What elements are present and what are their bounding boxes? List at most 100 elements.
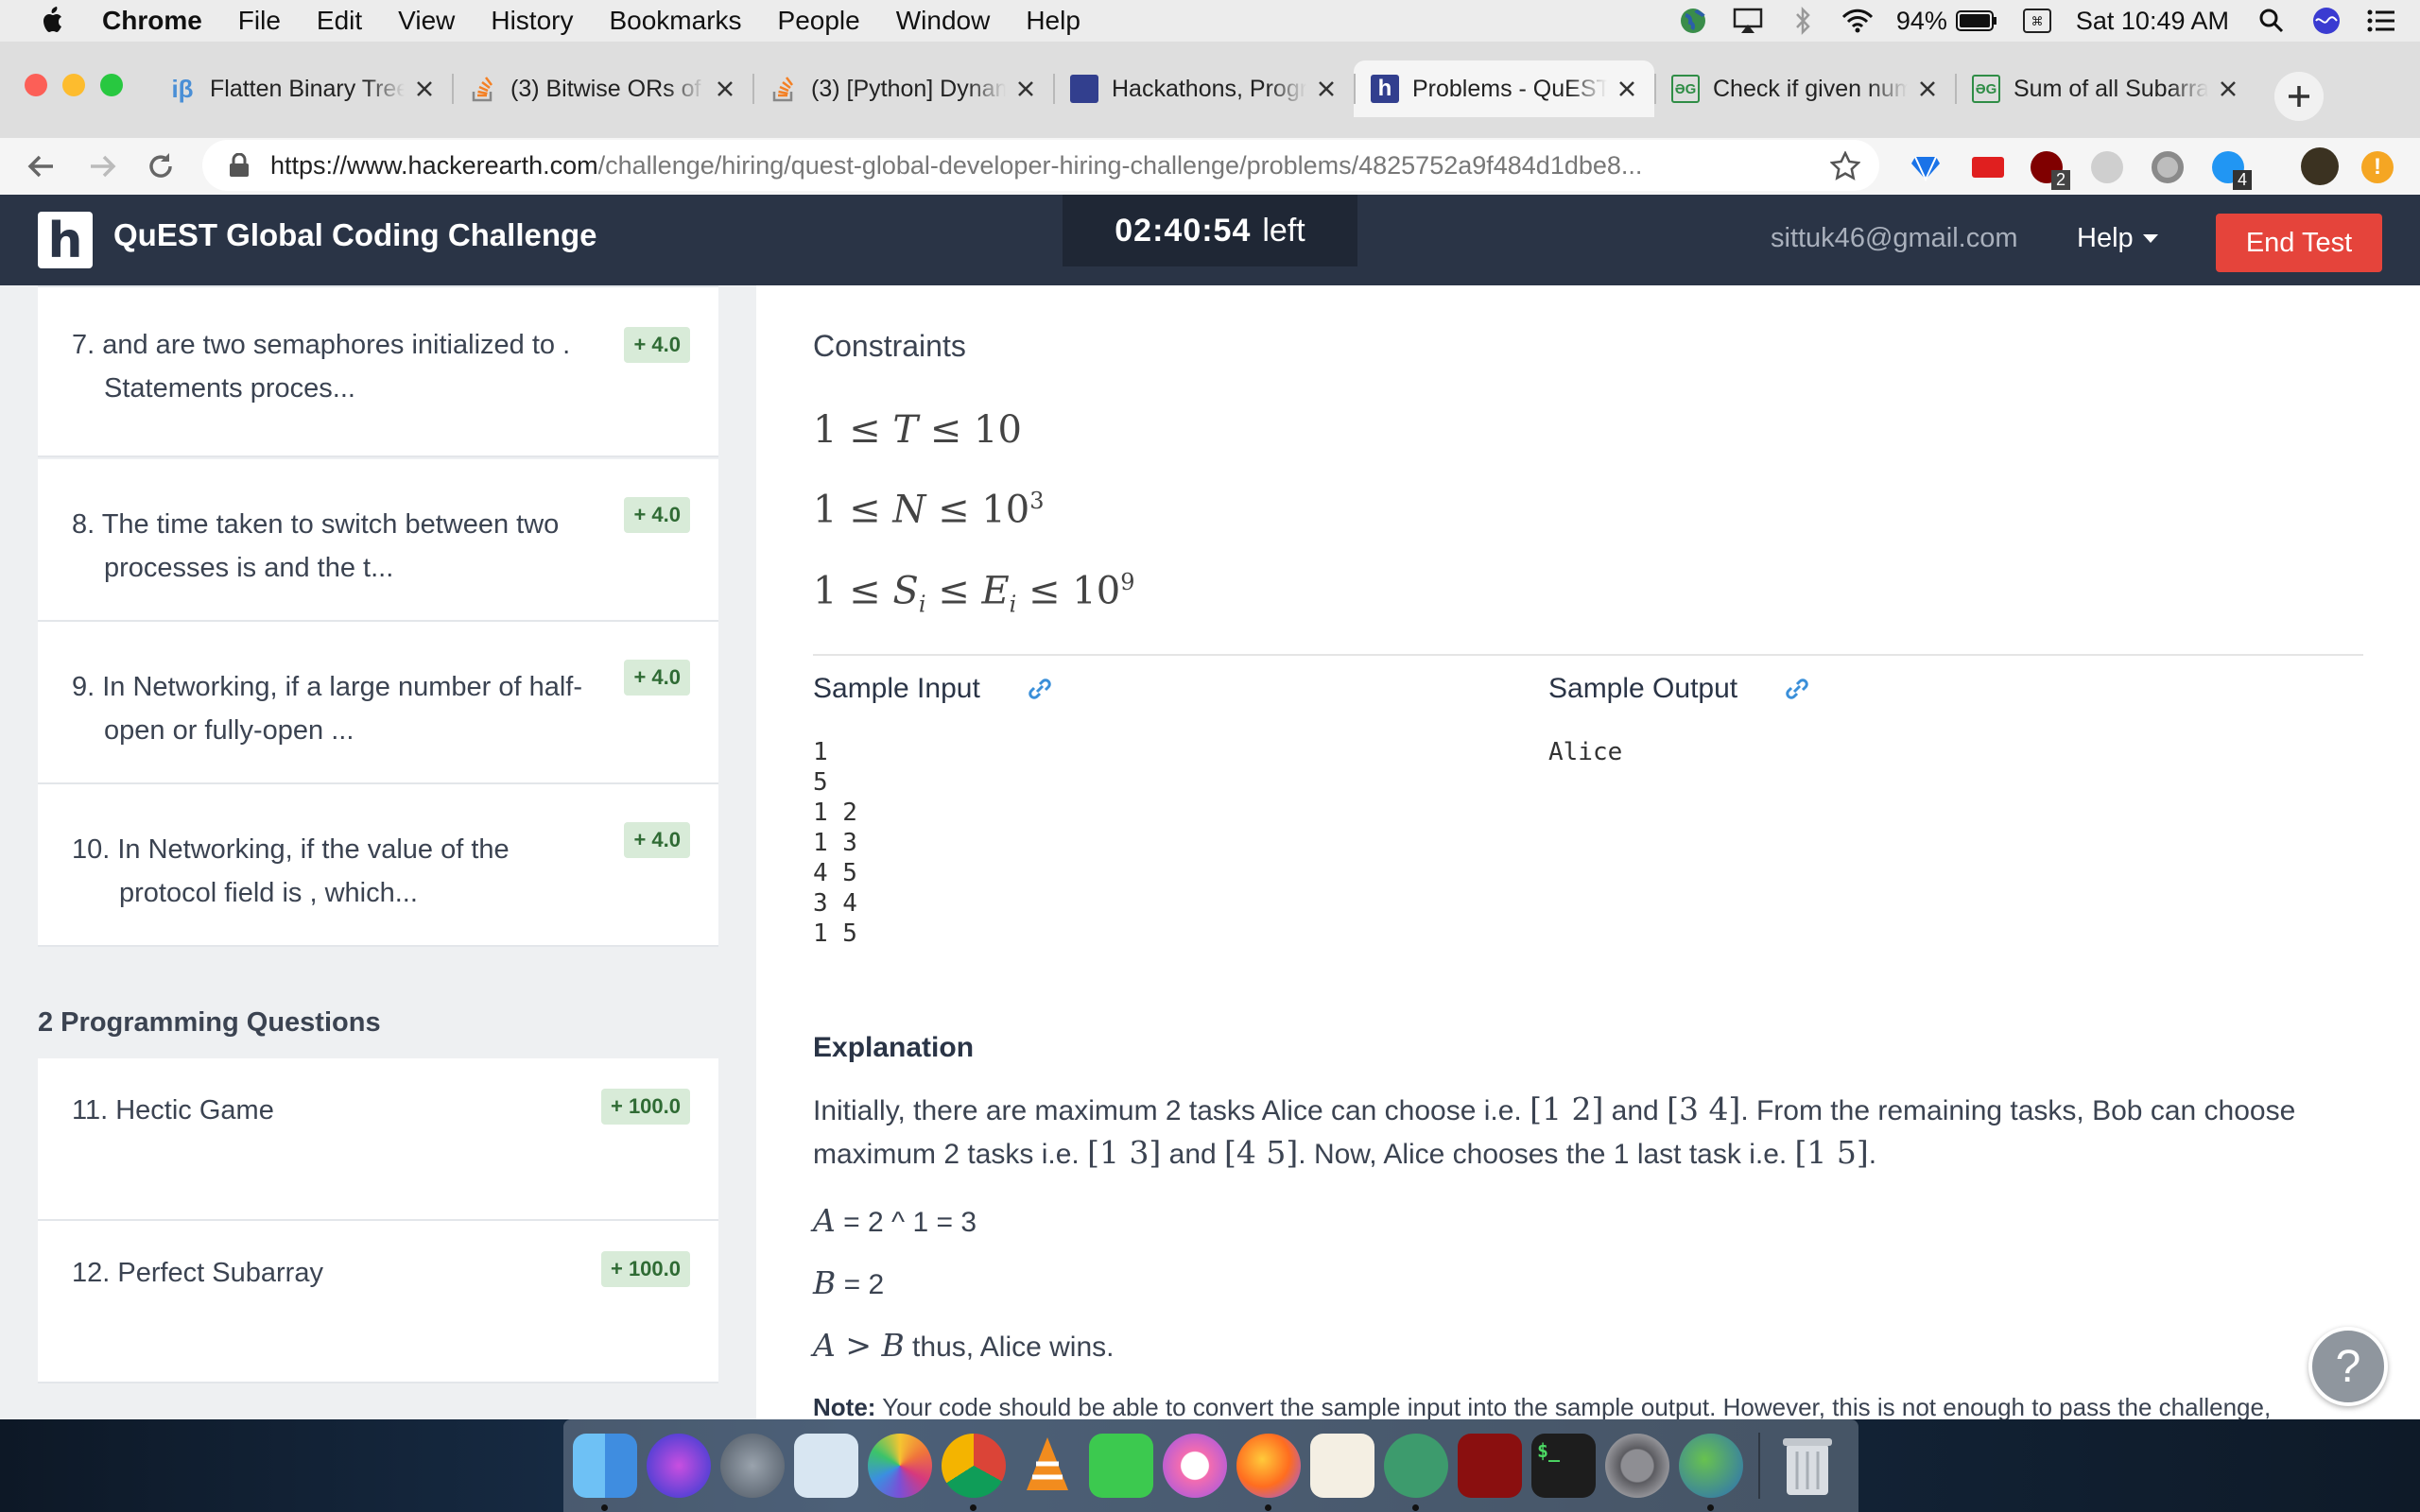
itunes-icon[interactable] — [1163, 1434, 1227, 1498]
menu-bookmarks[interactable]: Bookmarks — [609, 6, 741, 36]
wifi-icon[interactable] — [1841, 7, 1874, 35]
question-item[interactable]: 12. Perfect Subarray + 100.0 — [38, 1221, 718, 1383]
hackerearth-logo[interactable]: h — [38, 212, 93, 269]
menu-edit[interactable]: Edit — [317, 6, 362, 36]
close-tab-icon[interactable] — [2218, 78, 2238, 99]
extension-red-flag-icon[interactable] — [1972, 157, 2004, 178]
browser-tab[interactable]: (3) [Python] Dynamic — [752, 60, 1053, 117]
airplay-icon[interactable] — [1732, 7, 1764, 35]
question-item[interactable]: 9. In Networking, if a large number of h… — [38, 622, 718, 784]
menu-chrome[interactable]: Chrome — [102, 6, 202, 36]
bluetooth-icon[interactable] — [1787, 7, 1819, 35]
menubar-clock[interactable]: Sat 10:49 AM — [2076, 7, 2229, 36]
apple-icon[interactable] — [36, 4, 70, 38]
siri-icon[interactable] — [647, 1434, 711, 1498]
textedit-icon[interactable] — [1310, 1434, 1374, 1498]
system-preferences-icon[interactable] — [1605, 1434, 1669, 1498]
siri-icon[interactable] — [2310, 7, 2342, 35]
explanation-part: = 2 ^ 1 = 3 — [835, 1207, 977, 1238]
input-source-icon[interactable]: ⌘ — [2021, 7, 2053, 35]
back-arrow-icon[interactable] — [25, 149, 59, 183]
close-tab-icon[interactable] — [715, 78, 735, 99]
tab-title: Hackathons, Programming — [1112, 75, 1306, 102]
test-header: h QuEST Global Coding Challenge 02:40:54… — [0, 195, 2420, 285]
close-tab-icon[interactable] — [1616, 78, 1637, 99]
close-window-button[interactable] — [25, 74, 47, 96]
globe-icon[interactable] — [1677, 7, 1709, 35]
menu-view[interactable]: View — [398, 6, 455, 36]
math-var: B — [813, 1264, 837, 1301]
lock-icon[interactable] — [229, 153, 250, 178]
question-item[interactable]: 11. Hectic Game + 100.0 — [38, 1058, 718, 1221]
firefox-icon[interactable] — [1236, 1434, 1301, 1511]
menu-window[interactable]: Window — [896, 6, 991, 36]
menu-history[interactable]: History — [491, 6, 573, 36]
spotlight-search-icon[interactable] — [2256, 7, 2288, 35]
bookmark-star-icon[interactable] — [1830, 151, 1860, 181]
menu-people[interactable]: People — [778, 6, 860, 36]
explanation-text: Initially, there are maximum 2 tasks Ali… — [813, 1089, 2363, 1176]
close-tab-icon[interactable] — [414, 78, 435, 99]
browser-tab[interactable]: ƏG Sum of all Subarrays — [1955, 60, 2256, 117]
extension-blue-icon[interactable]: 4 — [2212, 151, 2253, 190]
help-fab-button[interactable]: ? — [2308, 1327, 2388, 1406]
new-tab-plus-icon[interactable] — [2274, 72, 2324, 121]
finder-icon[interactable] — [573, 1434, 637, 1511]
notification-center-icon[interactable] — [2365, 7, 2397, 35]
battery-percent: 94% — [1895, 6, 1947, 35]
explanation-line-b: B = 2 — [813, 1263, 2363, 1306]
end-test-button[interactable]: End Test — [2216, 214, 2382, 272]
trash-icon[interactable] — [1775, 1434, 1840, 1498]
vlc-icon[interactable] — [1015, 1434, 1080, 1498]
launchpad-icon[interactable] — [720, 1434, 785, 1498]
menu-help[interactable]: Help — [1026, 6, 1080, 36]
browser-tab[interactable]: iβ Flatten Binary Tree — [151, 60, 452, 117]
help-dropdown[interactable]: Help — [2077, 223, 2158, 254]
note-text: Note: Your code should be able to conver… — [813, 1393, 2373, 1419]
question-item[interactable]: 10. In Networking, if the value of the p… — [38, 784, 718, 947]
ublock-origin-icon[interactable]: 2 — [2031, 151, 2071, 190]
browser-tab[interactable]: Hackathons, Programming — [1053, 60, 1354, 117]
browser-tab[interactable]: (3) Bitwise ORs of — [452, 60, 752, 117]
extension-diamond-icon[interactable] — [1910, 151, 1942, 183]
close-tab-icon[interactable] — [1015, 78, 1036, 99]
forward-arrow-icon[interactable] — [85, 149, 119, 183]
sample-input-title: Sample Input — [813, 673, 980, 704]
atom-icon[interactable] — [1384, 1434, 1448, 1511]
question-item[interactable]: 8. The time taken to switch between two … — [38, 459, 718, 622]
extension-grey-icon[interactable] — [2091, 151, 2123, 183]
reload-icon[interactable] — [144, 149, 178, 183]
facetime-icon[interactable] — [1089, 1434, 1153, 1498]
close-tab-icon[interactable] — [1917, 78, 1938, 99]
math-interval: [1 2] — [1530, 1091, 1604, 1127]
minimize-window-button[interactable] — [62, 74, 85, 96]
terminal-icon[interactable]: $_ — [1531, 1434, 1596, 1498]
address-bar[interactable]: https://www.hackerearth.com /challenge/h… — [202, 140, 1879, 191]
sample-output-code: Alice — [1548, 738, 1623, 766]
menu-file[interactable]: File — [238, 6, 281, 36]
question-text: 8. The time taken to switch between two … — [72, 509, 560, 583]
photos-icon[interactable] — [868, 1434, 932, 1498]
points-badge: + 4.0 — [624, 660, 690, 696]
zoom-window-button[interactable] — [100, 74, 123, 96]
preview-icon[interactable] — [794, 1434, 858, 1498]
link-icon[interactable] — [1026, 675, 1054, 703]
question-item[interactable]: 7. and are two semaphores initialized to… — [38, 285, 718, 457]
explanation-part: Initially, there are maximum 2 tasks Ali… — [813, 1095, 1530, 1126]
chrome-icon[interactable] — [942, 1434, 1006, 1511]
close-tab-icon[interactable] — [1316, 78, 1337, 99]
geeksforgeeks-icon: ƏG — [1972, 75, 2000, 103]
acrobat-icon[interactable] — [1458, 1434, 1522, 1498]
battery-icon[interactable] — [1955, 7, 1998, 35]
network-globe-icon[interactable] — [1679, 1434, 1743, 1511]
browser-tab-active[interactable]: h Problems - QuEST — [1354, 60, 1654, 117]
link-icon[interactable] — [1783, 675, 1811, 703]
timer-value: 02:40:54 — [1115, 212, 1252, 249]
profile-avatar[interactable] — [2301, 147, 2339, 185]
tab-title: Problems - QuEST — [1412, 75, 1607, 102]
sample-output-heading: Sample Output — [1548, 673, 1811, 705]
stackoverflow-icon — [769, 75, 798, 103]
update-alert-icon[interactable]: ! — [2361, 151, 2394, 183]
browser-tab[interactable]: ƏG Check if given number — [1654, 60, 1955, 117]
extension-circle-icon[interactable] — [2152, 151, 2184, 183]
